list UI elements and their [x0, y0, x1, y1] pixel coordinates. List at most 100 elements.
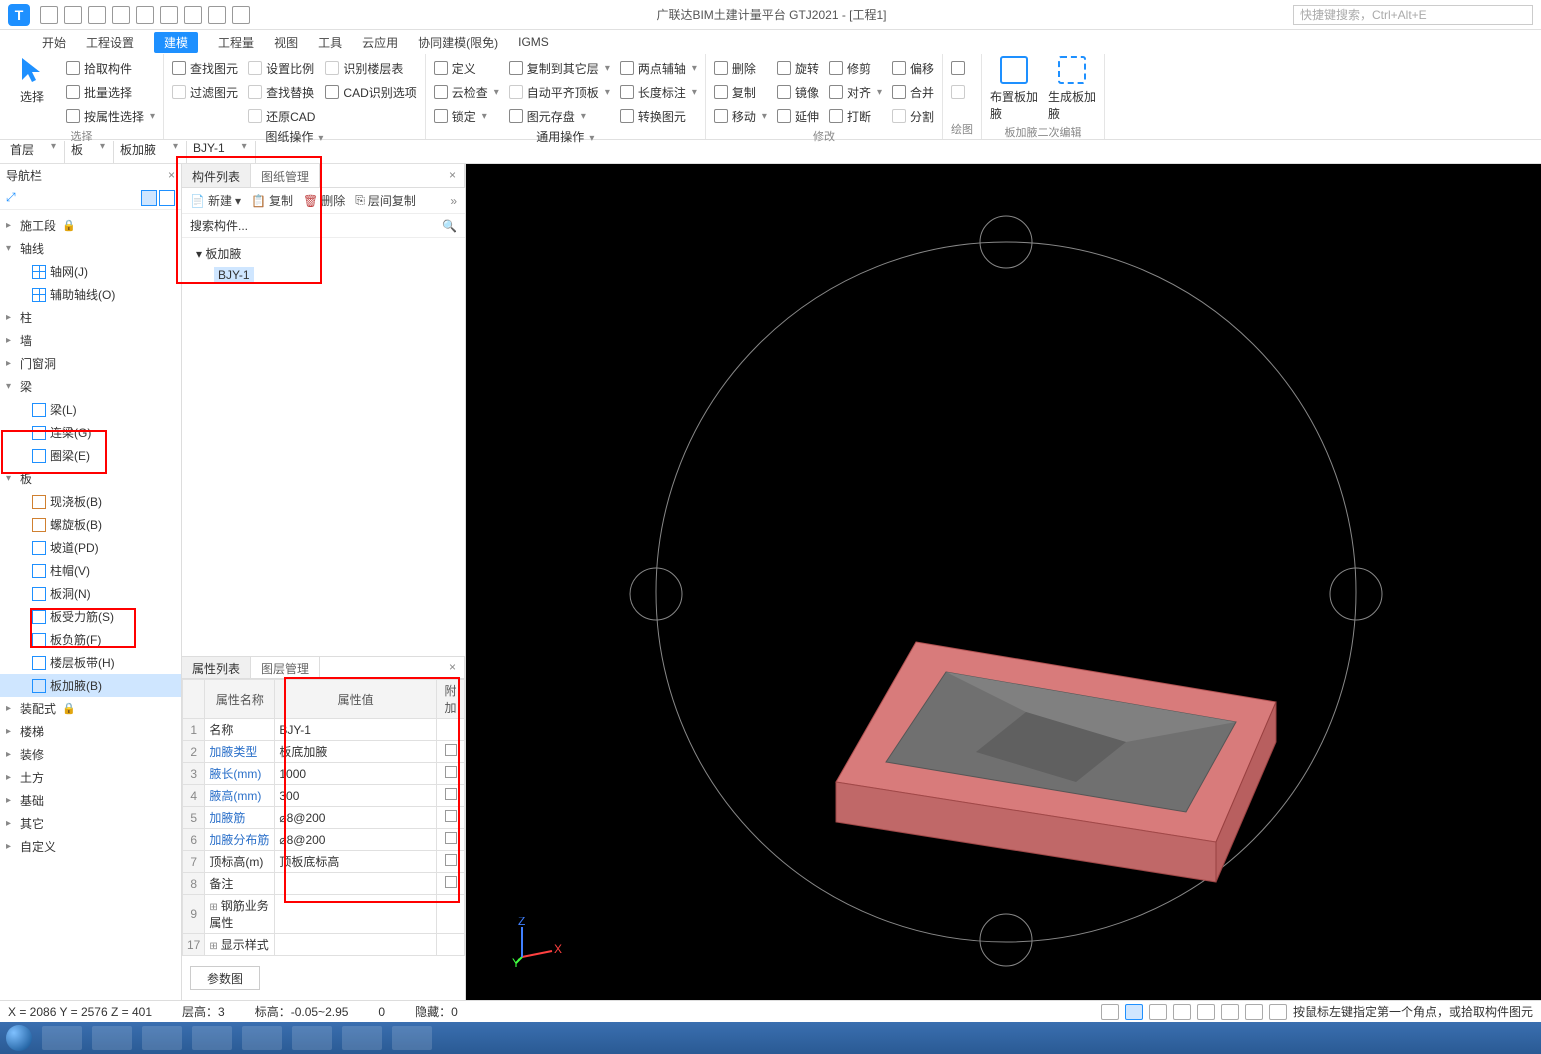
- component-group[interactable]: ▾ 板加腋: [182, 242, 465, 265]
- nav-item[interactable]: 板负筋(F): [0, 628, 181, 651]
- status-tool-4[interactable]: [1173, 1004, 1191, 1020]
- qat-btn9-icon[interactable]: [232, 6, 250, 24]
- taskbar-item[interactable]: [42, 1026, 82, 1050]
- cloud-check-button[interactable]: 云检查▾: [434, 82, 499, 102]
- nav-item[interactable]: 轴网(J): [0, 260, 181, 283]
- interfloor-copy-button[interactable]: ⎘层间复制: [355, 192, 416, 209]
- taskbar-item[interactable]: [242, 1026, 282, 1050]
- property-row[interactable]: 6加腋分布筋⌀8@200: [183, 829, 465, 851]
- merge-button[interactable]: 合并: [892, 82, 934, 102]
- tab-component-list[interactable]: 构件列表: [182, 164, 251, 187]
- rotate-button[interactable]: 旋转: [777, 58, 819, 78]
- nav-item[interactable]: 坡道(PD): [0, 536, 181, 559]
- length-annotation-button[interactable]: 长度标注▾: [620, 82, 697, 102]
- pick-component-button[interactable]: 拾取构件: [66, 58, 155, 78]
- qat-redo-icon[interactable]: [88, 6, 106, 24]
- nav-group[interactable]: ▾板: [0, 467, 181, 490]
- property-row[interactable]: 7顶标高(m)顶板底标高: [183, 851, 465, 873]
- nav-group[interactable]: ▸施工段🔒: [0, 214, 181, 237]
- nav-group[interactable]: ▸墙: [0, 329, 181, 352]
- qat-save-icon[interactable]: [40, 6, 58, 24]
- lock-button[interactable]: 锁定▾: [434, 106, 499, 126]
- nav-group[interactable]: ▸装修: [0, 743, 181, 766]
- component-search-input[interactable]: 搜索构件...🔍: [182, 214, 465, 238]
- component-panel-close-icon[interactable]: ×: [441, 164, 465, 187]
- nav-list-view-icon[interactable]: [141, 190, 157, 206]
- draw-point-button[interactable]: [951, 58, 965, 78]
- component-select[interactable]: BJY-1: [187, 141, 256, 163]
- nav-item[interactable]: 连梁(G): [0, 421, 181, 444]
- component-list-more-icon[interactable]: »: [450, 194, 457, 208]
- property-row[interactable]: 2加腋类型板底加腋: [183, 741, 465, 763]
- status-tool-7[interactable]: [1245, 1004, 1263, 1020]
- nav-group[interactable]: ▸柱: [0, 306, 181, 329]
- new-component-button[interactable]: 📄新建 ▾: [190, 192, 241, 209]
- two-point-aux-axis-button[interactable]: 两点辅轴▾: [620, 58, 697, 78]
- place-haunch-button[interactable]: 布置板加腋: [990, 56, 1038, 122]
- nav-item[interactable]: 柱帽(V): [0, 559, 181, 582]
- nav-item[interactable]: 楼层板带(H): [0, 651, 181, 674]
- nav-item[interactable]: 螺旋板(B): [0, 513, 181, 536]
- nav-item[interactable]: 梁(L): [0, 398, 181, 421]
- nav-item[interactable]: 辅助轴线(O): [0, 283, 181, 306]
- status-tool-5[interactable]: [1197, 1004, 1215, 1020]
- trim-button[interactable]: 修剪: [829, 58, 882, 78]
- menu-collab[interactable]: 协同建模(限免): [418, 34, 498, 51]
- menu-cloud[interactable]: 云应用: [362, 34, 398, 51]
- tab-layer-manage[interactable]: 图层管理: [251, 657, 320, 678]
- menu-quantity[interactable]: 工程量: [218, 34, 254, 51]
- viewport-3d[interactable]: X Y Z: [466, 164, 1541, 1000]
- property-row[interactable]: 1名称BJY-1: [183, 719, 465, 741]
- extend-button[interactable]: 延伸: [777, 106, 819, 126]
- nav-group[interactable]: ▸土方: [0, 766, 181, 789]
- define-button[interactable]: 定义: [434, 58, 499, 78]
- select-button[interactable]: 选择: [8, 56, 56, 105]
- align-button[interactable]: 对齐▾: [829, 82, 882, 102]
- nav-panel-close-icon[interactable]: ×: [168, 168, 175, 182]
- nav-item[interactable]: 板洞(N): [0, 582, 181, 605]
- menu-view[interactable]: 视图: [274, 34, 298, 51]
- qat-btn4-icon[interactable]: [112, 6, 130, 24]
- component-item[interactable]: BJY-1: [182, 265, 465, 285]
- nav-item[interactable]: 板受力筋(S): [0, 605, 181, 628]
- property-row[interactable]: 8备注: [183, 873, 465, 895]
- qat-btn8-icon[interactable]: [208, 6, 226, 24]
- nav-group[interactable]: ▾轴线: [0, 237, 181, 260]
- menu-tools[interactable]: 工具: [318, 34, 342, 51]
- mirror-button[interactable]: 镜像: [777, 82, 819, 102]
- qat-btn7-icon[interactable]: [184, 6, 202, 24]
- taskbar-item[interactable]: [92, 1026, 132, 1050]
- type-select[interactable]: 板加腋: [114, 141, 187, 163]
- find-element-button[interactable]: 查找图元: [172, 58, 238, 78]
- menu-start[interactable]: 开始: [42, 34, 66, 51]
- qat-undo-icon[interactable]: [64, 6, 82, 24]
- taskbar-item[interactable]: [392, 1026, 432, 1050]
- category-select[interactable]: 板: [65, 141, 114, 163]
- menu-project-settings[interactable]: 工程设置: [86, 34, 134, 51]
- property-row[interactable]: 5加腋筋⌀8@200: [183, 807, 465, 829]
- delete-button[interactable]: 删除: [714, 58, 767, 78]
- param-diagram-button[interactable]: 参数图: [190, 966, 260, 990]
- copy-to-other-floor-button[interactable]: 复制到其它层▾: [509, 58, 610, 78]
- nav-detail-view-icon[interactable]: [159, 190, 175, 206]
- nav-item[interactable]: 圈梁(E): [0, 444, 181, 467]
- cad-identify-options-button[interactable]: CAD识别选项: [325, 82, 416, 102]
- batch-select-button[interactable]: 批量选择: [66, 82, 155, 102]
- status-tool-2[interactable]: [1125, 1004, 1143, 1020]
- convert-element-button[interactable]: 转换图元: [620, 106, 697, 126]
- property-row[interactable]: 3腋长(mm)1000: [183, 763, 465, 785]
- taskbar-item[interactable]: [142, 1026, 182, 1050]
- qat-btn6-icon[interactable]: [160, 6, 178, 24]
- nav-group[interactable]: ▸自定义: [0, 835, 181, 858]
- menu-igms[interactable]: IGMS: [518, 35, 549, 49]
- taskbar-item[interactable]: [192, 1026, 232, 1050]
- offset-button[interactable]: 偏移: [892, 58, 934, 78]
- select-by-property-button[interactable]: 按属性选择▾: [66, 106, 155, 126]
- status-tool-1[interactable]: [1101, 1004, 1119, 1020]
- status-tool-6[interactable]: [1221, 1004, 1239, 1020]
- property-row[interactable]: 4腋高(mm)300: [183, 785, 465, 807]
- nav-group[interactable]: ▸基础: [0, 789, 181, 812]
- property-row[interactable]: 9⊞钢筋业务属性: [183, 895, 465, 934]
- start-orb-icon[interactable]: [6, 1025, 32, 1051]
- shortcut-search-input[interactable]: 快捷键搜索，Ctrl+Alt+E: [1293, 5, 1533, 25]
